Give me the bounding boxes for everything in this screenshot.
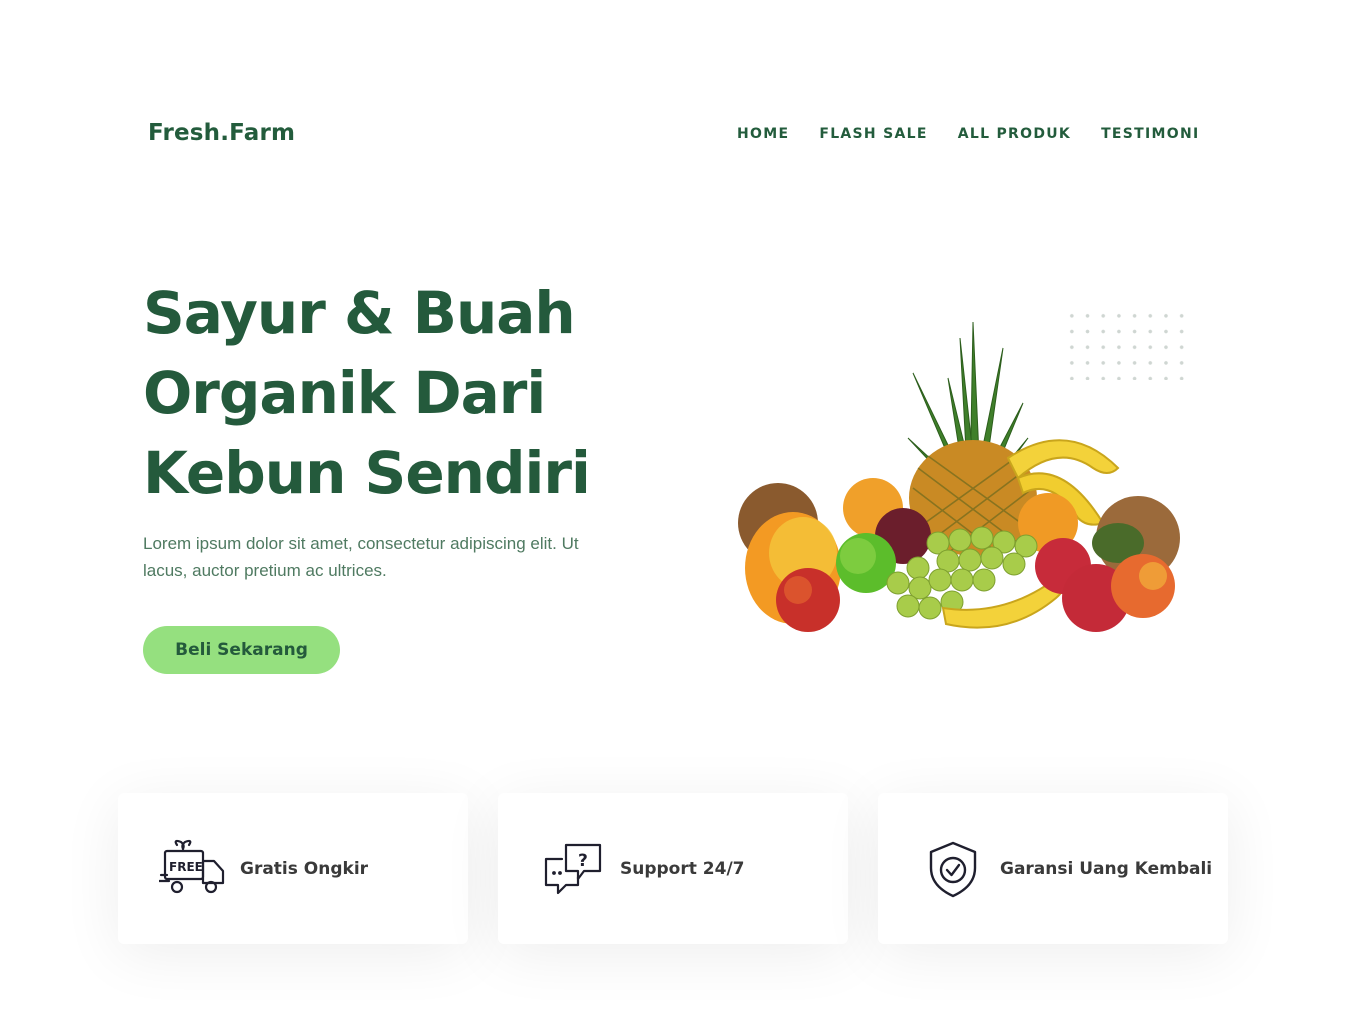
hero-title: Sayur & Buah Organik Dari Kebun Sendiri xyxy=(143,273,663,513)
feature-label: Gratis Ongkir xyxy=(240,858,369,879)
support-chat-icon: ? xyxy=(538,837,608,901)
hero-description: Lorem ipsum dolor sit amet, consectetur … xyxy=(143,534,579,580)
shield-check-icon xyxy=(918,837,988,901)
feature-card-money-back: Garansi Uang Kembali xyxy=(878,793,1228,944)
hero-title-line: Organik Dari xyxy=(143,359,546,427)
svg-text:FREE: FREE xyxy=(169,860,203,874)
main-nav: HOME FLASH SALE ALL PRODUK TESTIMONI xyxy=(737,126,1200,142)
hero-title-line: Sayur & Buah xyxy=(143,279,576,347)
hero-title-line: Kebun Sendiri xyxy=(143,439,591,507)
fruit-pile-image xyxy=(738,321,1180,632)
feature-label: Support 24/7 xyxy=(620,858,745,879)
buy-now-button[interactable]: Beli Sekarang xyxy=(143,626,340,674)
free-delivery-truck-icon: FREE xyxy=(158,837,228,901)
feature-card-support: ? Support 24/7 xyxy=(498,793,848,944)
nav-all-produk[interactable]: ALL PRODUK xyxy=(958,126,1071,142)
features-row: FREE Gratis Ongkir ? Support 24/7 Garans… xyxy=(118,793,1228,944)
svg-text:?: ? xyxy=(578,851,588,871)
nav-testimoni[interactable]: TESTIMONI xyxy=(1101,126,1199,142)
nav-flash-sale[interactable]: FLASH SALE xyxy=(819,126,927,142)
feature-card-free-shipping: FREE Gratis Ongkir xyxy=(118,793,468,944)
nav-home[interactable]: HOME xyxy=(737,126,789,142)
feature-label: Garansi Uang Kembali xyxy=(1000,858,1213,879)
logo[interactable]: Fresh.Farm xyxy=(148,120,295,146)
